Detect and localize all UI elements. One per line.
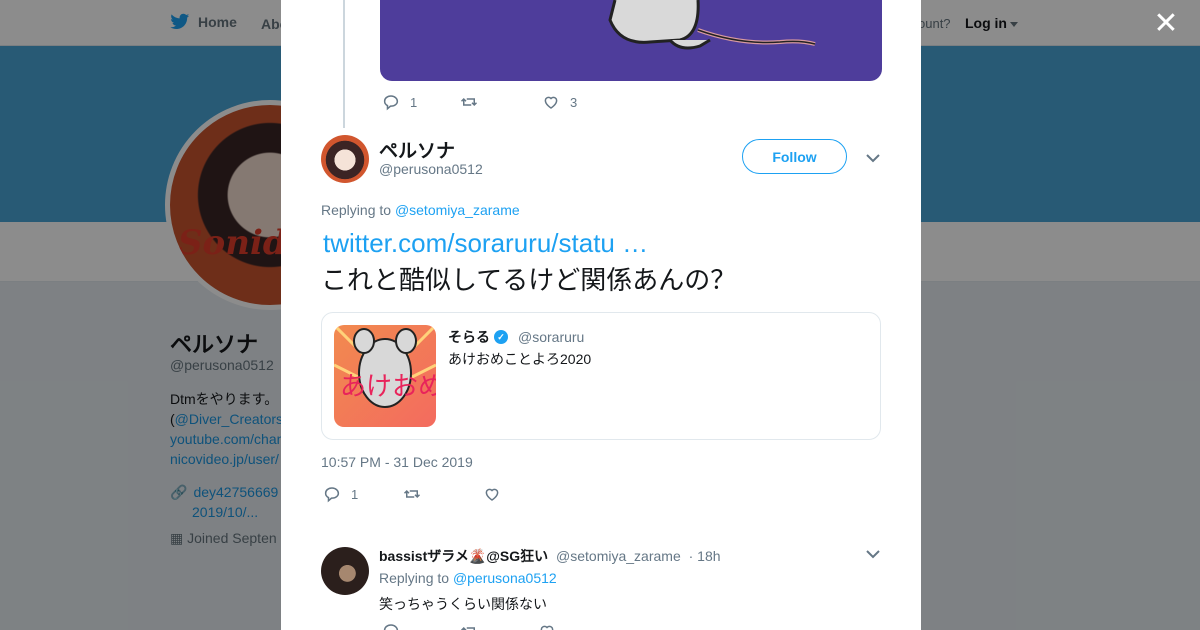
like-action[interactable]: 3 — [542, 93, 577, 111]
heart-icon[interactable] — [538, 622, 556, 630]
tweet-text: これと酷似してるけど関係あんの？ — [321, 265, 737, 295]
quoted-author-handle: @soraruru — [518, 329, 585, 345]
mouse-illustration — [608, 0, 816, 50]
quoted-image-text: あけおめ — [340, 372, 436, 402]
replying-to-prefix: Replying to — [379, 570, 450, 586]
like-action[interactable] — [483, 485, 501, 503]
reply-time[interactable]: · 18h — [689, 548, 721, 564]
reply-count: 1 — [351, 486, 359, 502]
quoted-mouse-illustration: あけおめ — [334, 325, 436, 408]
reply-author-name[interactable]: bassistザラメ🌋@SG狂い — [379, 548, 548, 564]
quoted-author[interactable]: そらる ✓ @soraruru — [448, 327, 584, 347]
tweet-modal: 1 3 ペルソナ @perusona0512 Follow Replying t… — [281, 0, 921, 630]
previous-tweet-actions: 1 3 — [382, 93, 577, 111]
reply-action[interactable]: 1 — [382, 93, 460, 111]
reply-author-handle[interactable]: @setomiya_zarame — [556, 548, 681, 564]
quoted-tweet-card[interactable]: あけおめ そらる ✓ @soraruru あけおめことよろ2020 — [321, 312, 881, 440]
chevron-down-icon[interactable] — [865, 547, 881, 561]
tweet-actions: 1 — [323, 485, 501, 503]
tweet-link[interactable]: twitter.com/soraruru/statu … — [323, 228, 648, 259]
retweet-icon[interactable] — [460, 622, 478, 630]
replying-to: Replying to @setomiya_zarame — [321, 202, 520, 218]
tweet-timestamp[interactable]: 10:57 PM - 31 Dec 2019 — [321, 454, 473, 470]
replying-to-prefix: Replying to — [321, 202, 392, 218]
quoted-tweet-image[interactable]: あけおめ — [334, 325, 436, 427]
quoted-author-name: そらる — [448, 329, 490, 345]
heart-icon — [544, 96, 558, 109]
previous-tweet-media[interactable] — [380, 0, 882, 81]
replying-to-handle[interactable]: @perusona0512 — [453, 570, 557, 586]
retweet-action[interactable] — [460, 93, 542, 111]
retweet-icon — [403, 489, 421, 499]
quoted-tweet-text: あけおめことよろ2020 — [448, 351, 592, 367]
verified-badge-icon: ✓ — [494, 330, 508, 344]
reply-replying-to: Replying to @perusona0512 — [379, 570, 557, 586]
reply-actions — [382, 622, 556, 630]
replying-to-handle[interactable]: @setomiya_zarame — [395, 202, 520, 218]
reply-author-avatar[interactable] — [321, 547, 369, 595]
tweet-author-handle[interactable]: @perusona0512 — [379, 161, 483, 177]
retweet-icon — [460, 97, 478, 107]
heart-icon — [485, 488, 499, 501]
thread-connector-line — [343, 0, 345, 128]
like-count: 3 — [570, 94, 578, 110]
reply-icon — [324, 487, 340, 503]
tweet-author-avatar[interactable] — [321, 135, 369, 183]
reply-icon — [383, 95, 399, 111]
reply-text: 笑っちゃうくらい関係ない — [379, 596, 547, 612]
tweet-author-name[interactable]: ペルソナ — [379, 136, 455, 163]
reply-icon[interactable] — [382, 622, 400, 630]
reply-action[interactable]: 1 — [323, 485, 403, 503]
reply-header: bassistザラメ🌋@SG狂い @setomiya_zarame · 18h — [379, 546, 721, 566]
retweet-action[interactable] — [403, 485, 483, 503]
chevron-down-icon[interactable] — [865, 151, 881, 165]
follow-button[interactable]: Follow — [742, 139, 847, 174]
close-icon[interactable]: ✕ — [1152, 9, 1180, 39]
reply-count: 1 — [410, 94, 418, 110]
